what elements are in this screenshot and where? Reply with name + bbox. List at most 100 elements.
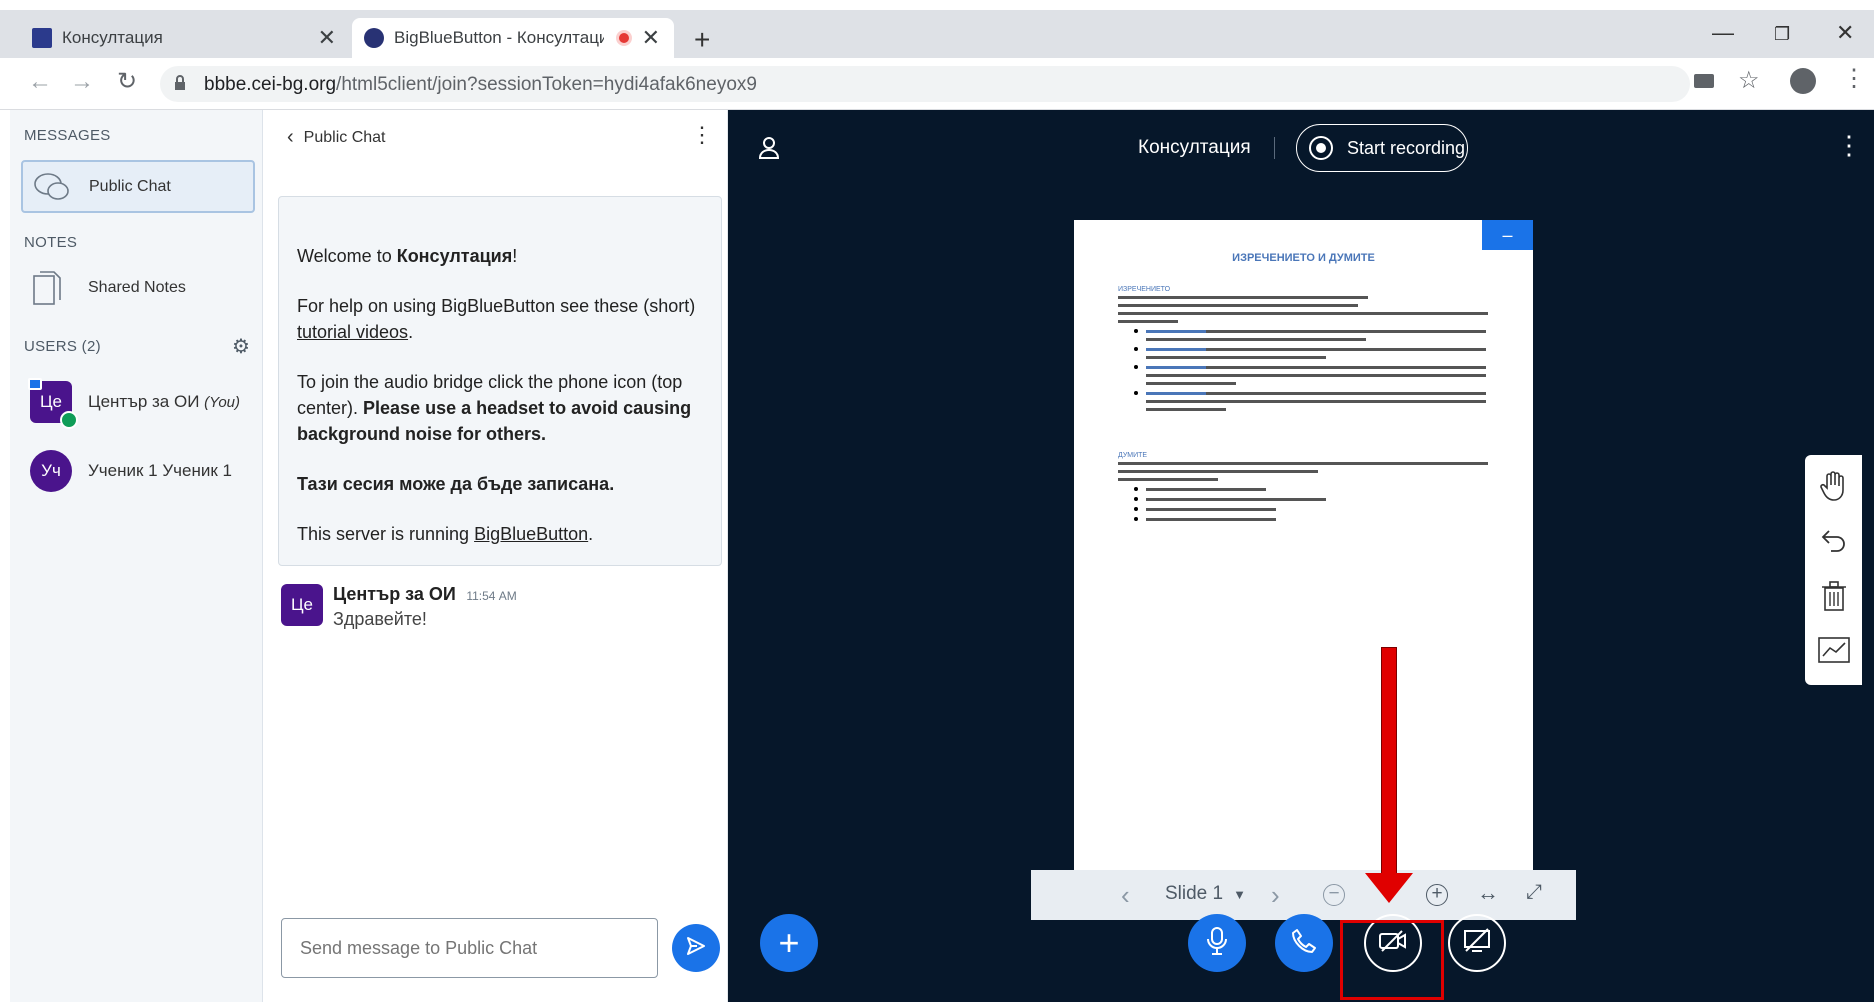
star-icon[interactable]: ☆ <box>1738 66 1760 95</box>
recording-indicator-icon <box>616 30 632 46</box>
record-label: Start recording <box>1347 137 1466 158</box>
back-icon[interactable]: ← <box>28 68 52 96</box>
chat-title: Public Chat <box>303 128 386 146</box>
presentation-area: Консултация Start recording ⋮ – ИЗРЕЧЕНИ… <box>728 110 1874 1002</box>
public-chat-item[interactable]: Public Chat <box>21 160 255 213</box>
tab-title: Консултация <box>62 28 163 47</box>
tab-title: BigBlueButton - Консултаци <box>394 28 604 47</box>
slide-heading: ИЗРЕЧЕНИЕТО <box>1118 286 1171 293</box>
users-section-title: USERS (2) <box>24 338 101 355</box>
start-recording-button[interactable]: Start recording <box>1296 124 1468 172</box>
previous-slide-icon[interactable]: ‹ <box>1121 880 1130 911</box>
send-button[interactable] <box>672 924 720 972</box>
chat-panel: ‹ Public Chat ⋮ Welcome to Консултация! … <box>263 110 728 1002</box>
message-sender: Център за ОИ <box>333 584 456 604</box>
omnibox[interactable]: bbbe.cei-bg.org/html5client/join?session… <box>160 66 1690 102</box>
chat-options-icon[interactable]: ⋮ <box>691 122 713 148</box>
meeting-title: Консултация <box>1138 137 1251 158</box>
public-chat-label: Public Chat <box>89 177 171 195</box>
browser-tab-bar: Консултация ✕ BigBlueButton - Консултаци… <box>0 10 1874 58</box>
browser-tab-1[interactable]: Консултация ✕ <box>20 18 350 58</box>
undo-icon[interactable] <box>1815 521 1853 559</box>
user-list-sidebar: MESSAGES Public Chat NOTES Shared Notes … <box>10 110 263 1002</box>
plus-icon: + <box>778 922 800 963</box>
annotation-highlight-box <box>1340 920 1444 1000</box>
zoom-out-icon[interactable]: − <box>1323 884 1345 906</box>
notes-icon <box>32 270 62 306</box>
welcome-line: Welcome to Консултация! <box>297 246 518 266</box>
zoom-in-icon[interactable]: + <box>1426 884 1448 906</box>
send-icon <box>685 935 707 962</box>
messages-section-title: MESSAGES <box>24 127 111 144</box>
browser-tab-2[interactable]: BigBlueButton - Консултаци ✕ <box>352 18 674 58</box>
gear-icon[interactable]: ⚙ <box>232 334 250 359</box>
slide-text-lines <box>1118 462 1488 521</box>
profile-icon[interactable] <box>1790 68 1816 94</box>
mic-status-icon <box>60 411 78 429</box>
avatar: Уч <box>30 450 72 492</box>
share-screen-button[interactable] <box>1448 914 1506 972</box>
user-list-item[interactable]: Це Център за ОИ (You) <box>28 378 241 429</box>
bbb-link[interactable]: BigBlueButton <box>474 524 588 544</box>
presenter-icon <box>28 378 42 390</box>
restore-icon[interactable]: ❐ <box>1774 24 1790 45</box>
chevron-left-icon: ‹ <box>287 126 294 148</box>
recorded-line: Тази сесия може да бъде записана. <box>297 474 615 494</box>
annotation-arrow-head <box>1365 873 1413 903</box>
chat-header[interactable]: ‹ Public Chat <box>287 126 386 149</box>
message-time: 11:54 AM <box>466 589 517 603</box>
chat-message: Це Център за ОИ 11:54 AM Здравейте! <box>281 584 517 630</box>
user-list-item[interactable]: Уч Ученик 1 Ученик 1 <box>30 450 232 492</box>
annotation-tool-icon[interactable] <box>1815 631 1853 669</box>
divider <box>1274 137 1275 159</box>
mute-button[interactable] <box>1188 914 1246 972</box>
reload-icon[interactable]: ↻ <box>117 67 137 96</box>
chat-bubble-icon <box>33 172 71 202</box>
close-icon[interactable]: ✕ <box>318 25 336 51</box>
next-slide-icon[interactable]: › <box>1271 880 1280 911</box>
audio-line: To join the audio bridge click the phone… <box>297 372 692 444</box>
window-close-icon[interactable]: ✕ <box>1836 20 1854 46</box>
server-line: This server is running BigBlueButton. <box>297 524 594 544</box>
minimize-presentation-button[interactable]: – <box>1482 220 1533 250</box>
shared-notes-label: Shared Notes <box>88 279 186 296</box>
url-text: bbbe.cei-bg.org/html5client/join?session… <box>204 74 757 95</box>
favicon-icon <box>32 28 52 48</box>
notes-section-title: NOTES <box>24 234 78 251</box>
phone-icon <box>1291 928 1317 959</box>
menu-dots-icon[interactable]: ⋮ <box>1842 64 1866 93</box>
slide-controls: ‹ Slide 1 ▼ › − + ↔ ⤢ <box>1031 870 1576 920</box>
lock-icon <box>174 75 186 91</box>
forward-icon[interactable]: → <box>70 68 94 96</box>
close-icon[interactable]: ✕ <box>642 25 660 51</box>
leave-audio-button[interactable] <box>1275 914 1333 972</box>
avatar: Це <box>28 378 78 429</box>
presentation-slide: – ИЗРЕЧЕНИЕТО И ДУМИТЕ ИЗРЕЧЕНИЕТО ДУМИТ… <box>1074 220 1533 870</box>
camera-icon[interactable] <box>1694 74 1714 88</box>
actions-button[interactable]: + <box>760 914 818 972</box>
tutorial-link[interactable]: tutorial videos <box>297 322 408 342</box>
microphone-icon <box>1205 926 1229 961</box>
slide-text-lines <box>1118 296 1488 411</box>
address-bar: ← → ↻ bbbe.cei-bg.org/html5client/join?s… <box>0 58 1874 110</box>
chat-message-input[interactable] <box>281 918 658 978</box>
avatar: Це <box>281 584 323 626</box>
slide-select[interactable]: Slide 1 ▼ <box>1165 883 1246 905</box>
shared-notes-item[interactable]: Shared Notes <box>32 270 186 306</box>
user-icon[interactable] <box>758 136 780 165</box>
hand-tool-icon[interactable] <box>1815 467 1853 505</box>
screen-share-off-icon <box>1462 927 1492 960</box>
options-icon[interactable]: ⋮ <box>1836 130 1862 161</box>
slide-heading: ДУМИТЕ <box>1118 452 1148 459</box>
annotation-arrow-shaft <box>1381 647 1397 875</box>
message-text: Здравейте! <box>333 609 427 629</box>
whiteboard-toolbar <box>1805 455 1862 685</box>
bbb-favicon-icon <box>364 28 384 48</box>
minimize-icon[interactable]: — <box>1712 20 1734 46</box>
fit-width-icon[interactable]: ↔ <box>1477 880 1499 906</box>
user-name: Център за ОИ (You) <box>88 392 241 411</box>
trash-icon[interactable] <box>1815 577 1853 615</box>
user-name: Ученик 1 Ученик 1 <box>88 461 232 480</box>
fullscreen-icon[interactable]: ⤢ <box>1526 881 1542 904</box>
new-tab-icon[interactable]: + <box>694 24 710 56</box>
